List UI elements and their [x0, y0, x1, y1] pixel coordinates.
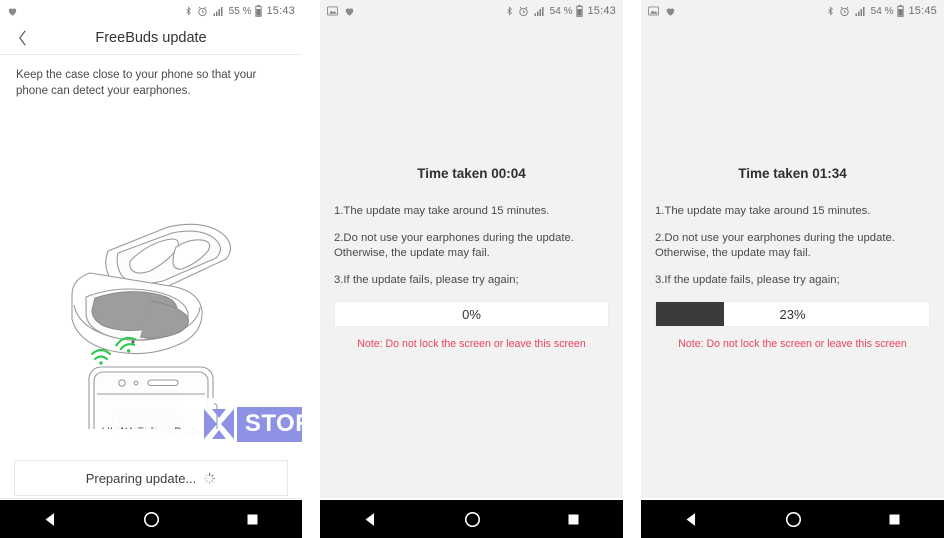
battery-icon: [255, 5, 263, 17]
step-item: 2.Do not use your earphones during the u…: [655, 231, 895, 260]
prepare-button-wrap: Preparing update...: [14, 460, 288, 496]
nav-back-triangle-icon[interactable]: [42, 511, 59, 528]
bluetooth-icon: [828, 6, 833, 16]
step-item: 1.The update may take around 15 minutes.: [334, 205, 550, 217]
status-right-icons: 54 % 15:45: [826, 5, 937, 17]
panel-prepare: 55 % 15:43 FreeBuds update Keep the case…: [0, 0, 302, 538]
navigation-bar: [320, 500, 623, 538]
nav-recents-square-icon[interactable]: [887, 512, 902, 527]
navigation-bar: [0, 500, 302, 538]
page-title: FreeBuds update: [95, 30, 207, 46]
spinner-icon: [204, 472, 216, 484]
warning-note: Note: Do not lock the screen or leave th…: [357, 338, 586, 350]
nav-back-triangle-icon[interactable]: [683, 511, 700, 528]
battery-icon: [897, 5, 905, 17]
clock: 15:45: [908, 5, 937, 17]
app-header: FreeBuds update: [0, 22, 302, 54]
status-left-icons: [327, 6, 355, 17]
progress-percent-label: 0%: [462, 306, 481, 322]
step-item: 3.If the update fails, please try again;: [655, 273, 840, 286]
image-icon: [327, 6, 338, 16]
heart-notification-icon: [8, 7, 17, 16]
illustration-svg: HUAWEI FreeBuds: [71, 223, 232, 429]
nav-recents-square-icon[interactable]: [566, 512, 581, 527]
progress-bar: 0%: [334, 301, 609, 327]
panel-gap-1: [302, 0, 320, 538]
time-taken-heading: Time taken 00:04: [417, 166, 526, 181]
signal-wave-icon-left: [90, 348, 112, 365]
status-left-icons: [648, 6, 676, 17]
alarm-icon: [198, 6, 207, 16]
battery-percent: 54 %: [870, 5, 894, 17]
navigation-bar: [641, 500, 944, 538]
signal-icon: [855, 6, 865, 16]
status-right-icons: 54 % 15:43: [505, 5, 616, 17]
signal-icon: [534, 6, 544, 16]
status-right-icons: 55 % 15:43: [184, 5, 295, 17]
battery-percent: 54 %: [549, 5, 573, 17]
step-item: 2.Do not use your earphones during the u…: [334, 231, 574, 260]
status-left-icons: [7, 6, 18, 17]
instruction-text: Keep the case close to your phone so tha…: [16, 69, 257, 97]
status-bar: 54 % 15:43: [320, 0, 623, 22]
step-item: 1.The update may take around 15 minutes.: [655, 205, 871, 217]
status-bar: 55 % 15:43: [0, 0, 302, 22]
heart-notification-icon: [666, 7, 675, 16]
step-item: 3.If the update fails, please try again;: [334, 273, 519, 286]
nav-home-circle-icon[interactable]: [142, 510, 161, 529]
battery-percent: 55 %: [228, 5, 252, 17]
nav-recents-square-icon[interactable]: [245, 512, 260, 527]
update-steps: 1.The update may take around 15 minutes.…: [641, 204, 944, 288]
nav-home-circle-icon[interactable]: [784, 510, 803, 529]
status-bar: 54 % 15:45: [641, 0, 944, 22]
clock: 15:43: [587, 5, 616, 17]
warning-note: Note: Do not lock the screen or leave th…: [678, 338, 907, 350]
nav-home-circle-icon[interactable]: [463, 510, 482, 529]
screenshot-stage: 55 % 15:43 FreeBuds update Keep the case…: [0, 0, 944, 538]
earbuds-illustration: HUAWEI FreeBuds: [0, 99, 302, 429]
progress-bar: 23%: [655, 301, 930, 327]
preparing-update-button[interactable]: Preparing update...: [14, 460, 288, 496]
signal-icon: [213, 6, 223, 16]
heart-notification-icon: [345, 7, 354, 16]
time-taken-heading: Time taken 01:34: [738, 166, 847, 181]
panel-gap-2: [623, 0, 641, 538]
image-icon: [648, 6, 659, 16]
nav-back-triangle-icon[interactable]: [362, 511, 379, 528]
clock: 15:43: [266, 5, 295, 17]
panel-progress-0: 54 % 15:43 Time taken 00:04 1.The update…: [320, 0, 623, 538]
alarm-icon: [519, 6, 528, 16]
bluetooth-icon: [186, 6, 191, 16]
progress-percent-label: 23%: [779, 306, 806, 322]
alarm-icon: [840, 6, 849, 16]
panel-progress-23: 54 % 15:45 Time taken 01:34 1.The update…: [641, 0, 944, 538]
battery-icon: [576, 5, 584, 17]
update-steps: 1.The update may take around 15 minutes.…: [320, 204, 623, 288]
watermark-highlight: [182, 398, 214, 450]
preparing-update-label: Preparing update...: [85, 470, 197, 486]
footer-divider: [0, 498, 302, 499]
bluetooth-icon: [507, 6, 512, 16]
